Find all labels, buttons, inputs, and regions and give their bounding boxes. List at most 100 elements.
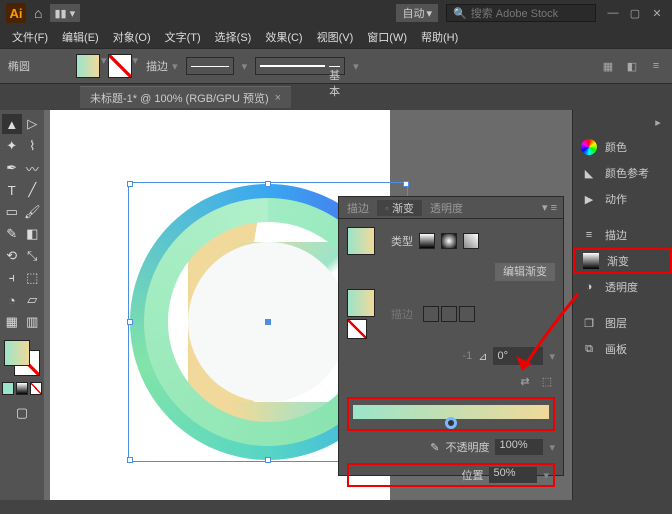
type-label: 类型 [391,233,413,249]
home-icon[interactable]: ⌂ [34,5,42,21]
stroke-mode-2[interactable] [441,306,457,322]
edit-gradient-button[interactable]: 编辑渐变 [495,263,555,281]
menu-select[interactable]: 选择(S) [209,27,258,47]
rectangle-tool[interactable]: ▭ [2,202,22,222]
menubar: 文件(F) 编辑(E) 对象(O) 文字(T) 选择(S) 效果(C) 视图(V… [0,26,672,48]
menu-type[interactable]: 文字(T) [159,27,207,47]
menu-window[interactable]: 窗口(W) [361,27,413,47]
freeform-gradient-button[interactable] [463,233,479,249]
mesh-tool[interactable]: ▦ [2,312,22,332]
magic-wand-tool[interactable]: ✦ [2,136,22,156]
curvature-tool[interactable]: 〰 [23,158,43,178]
stroke-none-swatch[interactable] [347,319,367,339]
search-stock-input[interactable]: 🔍 搜索 Adobe Stock [446,4,596,22]
stroke-mode-1[interactable] [423,306,439,322]
gradient-slider[interactable] [353,405,549,419]
gradient-panel: 描边 ◦ 渐变 透明度 ▾ ≡ 类型 编辑渐变 描边 [338,196,564,476]
menu-view[interactable]: 视图(V) [311,27,360,47]
panel-gradient[interactable]: 渐变 [573,248,672,274]
position-input[interactable]: 50% [489,467,537,483]
menu-help[interactable]: 帮助(H) [415,27,464,47]
tab-opacity[interactable]: 透明度 [422,200,471,216]
gradient-stop[interactable] [445,417,457,429]
menu-edit[interactable]: 编辑(E) [56,27,105,47]
document-tab[interactable]: 未标题-1* @ 100% (RGB/GPU 预览) × [80,86,291,108]
panel-actions[interactable]: ▶动作 [573,186,672,212]
brush-preview[interactable] [186,57,234,75]
opacity-input[interactable]: 100% [495,439,543,455]
menu-effect[interactable]: 效果(C) [259,27,308,47]
radial-gradient-button[interactable] [441,233,457,249]
tab-close-icon[interactable]: × [275,92,281,104]
options-bar: 椭圆 ▾ ▾ 描边 ▾ ▾ 基本 ▾ ▦ ◧ ≡ [0,48,672,84]
free-transform-tool[interactable]: ⬚ [23,268,43,288]
line-tool[interactable]: ╱ [23,180,43,200]
eyedropper-icon[interactable]: ✎ [430,441,439,454]
panel-color-guide[interactable]: ◣颜色参考 [573,160,672,186]
position-label: 位置 [461,467,483,483]
app-logo: Ai [6,3,26,23]
opacity-icon: ◑ [581,279,597,295]
mini-swatch-solid[interactable] [2,382,14,395]
angle-input[interactable]: 0° [493,347,543,365]
selection-tool[interactable]: ▲ [2,114,22,134]
gradient-slider-wrap [347,397,555,431]
gradient-tool[interactable]: ▥ [23,312,43,332]
shape-builder-tool[interactable]: ◔ [2,290,22,310]
view-selector[interactable]: ▮▮ ▾ [50,4,80,22]
color-guide-icon: ◣ [581,165,597,181]
panel-color[interactable]: 颜色 [573,134,672,160]
linear-gradient-button[interactable] [419,233,435,249]
stroke-label: 描边 [146,58,168,74]
minimize-icon[interactable]: — [604,6,622,20]
play-icon: ▶ [581,191,597,207]
scale-tool[interactable]: ⤡ [23,246,43,266]
opacity-label: 不透明度 [445,439,489,455]
panel-stroke[interactable]: ≡描边 [573,222,672,248]
more-icon[interactable]: ≡ [648,58,664,74]
reverse-gradient-icon[interactable]: ⇄ [517,373,533,389]
perspective-tool[interactable]: ▱ [23,290,43,310]
stroke-mode-3[interactable] [459,306,475,322]
mini-swatch-none[interactable] [30,382,42,395]
maximize-icon[interactable]: ▢ [626,6,644,20]
menu-object[interactable]: 对象(O) [107,27,157,47]
stroke-profile[interactable]: 基本 [255,57,345,75]
artboards-icon: ⧉ [581,341,597,357]
workspace-switcher[interactable]: 自动 ▾ [396,4,438,22]
panel-opacity[interactable]: ◑透明度 [573,274,672,300]
eraser-tool[interactable]: ◧ [23,224,43,244]
width-tool[interactable]: ⫞ [2,268,22,288]
transform-icon[interactable]: ◧ [624,58,640,74]
panel-collapse-icon[interactable]: ▸ [650,114,666,130]
gradient-preview[interactable] [347,227,375,255]
align-icon[interactable]: ▦ [600,58,616,74]
lasso-tool[interactable]: ⌇ [23,136,43,156]
stroke-icon: ≡ [581,227,597,243]
stroke-gradient-swatch[interactable] [347,289,375,317]
stroke-swatch[interactable] [108,54,132,78]
type-tool[interactable]: T [2,180,22,200]
screen-mode-tool[interactable]: ▢ [12,403,32,423]
tab-gradient[interactable]: ◦ 渐变 [377,200,422,216]
panel-layers[interactable]: ❐图层 [573,310,672,336]
pen-tool[interactable]: ✒ [2,158,22,178]
rotate-tool[interactable]: ⟲ [2,246,22,266]
toolbar: ▲▷ ✦⌇ ✒〰 T╱ ▭🖌 ✎◧ ⟲⤡ ⫞⬚ ◔▱ ▦▥ ▢ [0,110,44,500]
panel-menu-icon[interactable]: ▾ ≡ [536,201,563,214]
aspect-icon[interactable]: ⬚ [539,373,555,389]
fill-swatch[interactable] [76,54,100,78]
angle-icon: ⊿ [478,350,487,363]
mini-swatch-gradient[interactable] [16,382,28,395]
color-picker[interactable] [4,340,40,376]
direct-select-tool[interactable]: ▷ [23,114,43,134]
menu-file[interactable]: 文件(F) [6,27,54,47]
brush-tool[interactable]: 🖌 [23,202,43,222]
layers-icon: ❐ [581,315,597,331]
panel-artboards[interactable]: ⧉画板 [573,336,672,362]
tab-stroke[interactable]: 描边 [339,200,377,216]
shaper-tool[interactable]: ✎ [2,224,22,244]
shape-label: 椭圆 [8,58,68,74]
close-icon[interactable]: ✕ [648,6,666,20]
statusbar [0,500,672,514]
